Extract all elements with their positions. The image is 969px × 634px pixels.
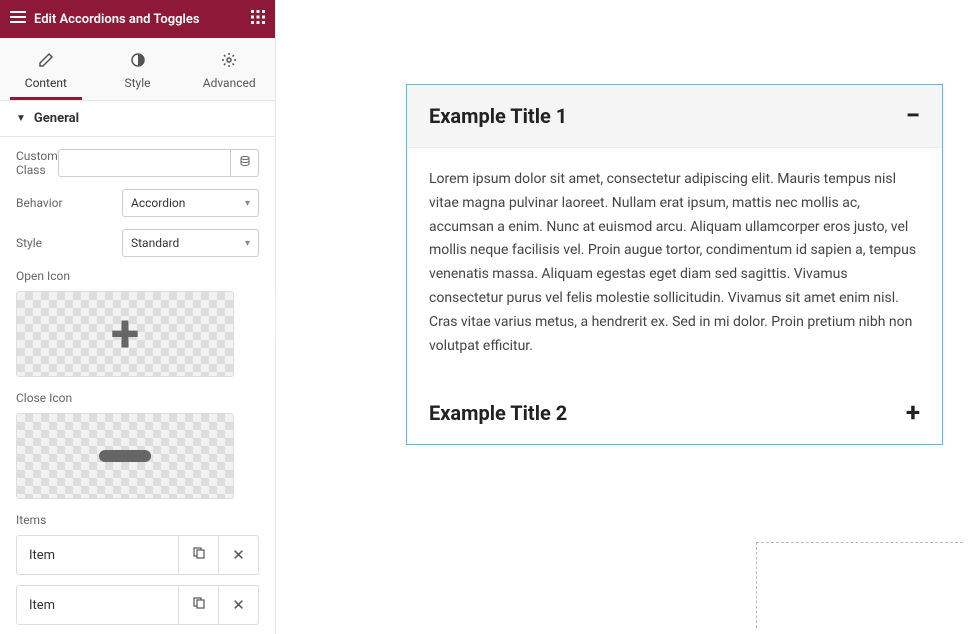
tab-style[interactable]: Style (92, 38, 184, 100)
caret-down-icon: ▼ (16, 113, 26, 124)
accordion-body-1: Lorem ipsum dolor sit amet, consectetur … (407, 148, 942, 382)
sidebar-header: Edit Accordions and Toggles (0, 0, 275, 38)
tab-content[interactable]: Content (0, 38, 92, 100)
plus-icon: + (111, 308, 139, 360)
accordion-title-1: Example Title 1 (429, 104, 567, 128)
style-select[interactable]: Standard (122, 229, 259, 257)
menu-icon[interactable] (10, 10, 26, 28)
behavior-value: Accordion (131, 196, 185, 210)
database-icon (239, 155, 251, 171)
open-icon-label: Open Icon (16, 269, 259, 283)
close-icon-label: Close Icon (16, 391, 259, 405)
close-icon: ✕ (232, 596, 245, 614)
control-style: Style Standard (16, 229, 259, 257)
tab-content-label: Content (25, 76, 67, 90)
tab-advanced-label: Advanced (203, 76, 256, 90)
items-label: Items (16, 513, 259, 527)
section-dropzone[interactable] (756, 542, 963, 628)
collapse-icon: − (906, 103, 920, 129)
accordion-widget[interactable]: Example Title 1 − Lorem ipsum dolor sit … (406, 84, 943, 445)
item-row: Item ✕ (16, 535, 259, 575)
item-delete-button[interactable]: ✕ (218, 586, 258, 624)
tab-advanced[interactable]: Advanced (183, 38, 275, 100)
style-label: Style (16, 236, 122, 250)
behavior-label: Behavior (16, 196, 122, 210)
copy-icon (192, 596, 206, 614)
header-title: Edit Accordions and Toggles (34, 12, 200, 27)
preview-canvas: Example Title 1 − Lorem ipsum dolor sit … (276, 0, 969, 634)
item-label[interactable]: Item (17, 586, 178, 624)
contrast-icon (92, 52, 184, 70)
minus-icon (99, 450, 151, 462)
item-row: Item ✕ (16, 585, 259, 625)
pencil-icon (0, 52, 92, 70)
control-behavior: Behavior Accordion (16, 189, 259, 217)
custom-class-label: Custom Class (16, 149, 58, 177)
copy-icon (192, 546, 206, 564)
tab-style-label: Style (125, 76, 151, 90)
behavior-select[interactable]: Accordion (122, 189, 259, 217)
item-delete-button[interactable]: ✕ (218, 536, 258, 574)
accordion-header-2[interactable]: Example Title 2 + (407, 382, 942, 444)
style-value: Standard (131, 236, 179, 250)
control-custom-class: Custom Class (16, 149, 259, 177)
close-icon-picker[interactable] (16, 413, 234, 499)
accordion-title-2: Example Title 2 (429, 401, 567, 425)
controls-panel: ▼ General Custom Class (0, 101, 275, 634)
editor-tabs: Content Style Advanced (0, 38, 275, 101)
close-icon: ✕ (232, 546, 245, 564)
item-duplicate-button[interactable] (178, 586, 218, 624)
expand-icon: + (906, 400, 920, 426)
item-label[interactable]: Item (17, 536, 178, 574)
accordion-header-1[interactable]: Example Title 1 − (407, 85, 942, 148)
open-icon-picker[interactable]: + (16, 291, 234, 377)
dynamic-tag-button[interactable] (231, 149, 259, 177)
custom-class-input[interactable] (58, 149, 231, 177)
widgets-grid-icon[interactable] (251, 10, 265, 28)
gear-icon (183, 52, 275, 70)
editor-sidebar: Edit Accordions and Toggles Content (0, 0, 276, 634)
items-list: Item ✕ Item (16, 535, 259, 625)
section-general-label: General (34, 111, 79, 126)
section-general-header[interactable]: ▼ General (0, 101, 275, 137)
accordion-item-1: Example Title 1 − Lorem ipsum dolor sit … (407, 85, 942, 382)
accordion-item-2: Example Title 2 + (407, 382, 942, 444)
item-duplicate-button[interactable] (178, 536, 218, 574)
